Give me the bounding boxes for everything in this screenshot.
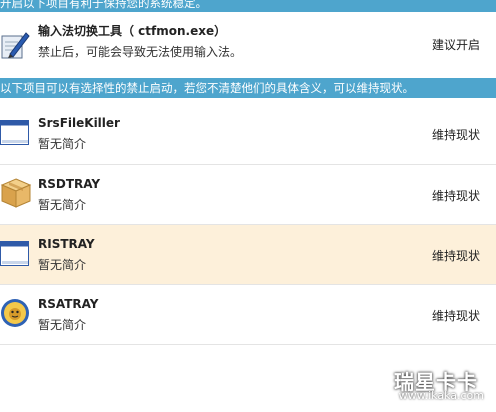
startup-item-srsfilekiller[interactable]: SrsFileKiller 暂无简介 维持现状 [0, 104, 496, 165]
startup-item-rsdtray[interactable]: RSDTRAY 暂无简介 维持现状 [0, 165, 496, 225]
item-description: 暂无简介 [38, 137, 87, 151]
keep-status-action[interactable]: 维持现状 [432, 247, 480, 264]
recommend-enable-action[interactable]: 建议开启 [432, 36, 480, 53]
window-icon [0, 120, 30, 150]
box-icon [0, 177, 32, 208]
window-icon [0, 241, 30, 271]
startup-item-ristray[interactable]: RISTRAY 暂无简介 维持现状 [0, 225, 496, 285]
startup-item-rsatray[interactable]: RSATRAY 暂无简介 维持现状 [0, 285, 496, 345]
item-title: 输入法切换工具（ ctfmon.exe） [38, 24, 227, 38]
recommended-section-banner: 开启以下项目有利于保持您的系统稳定。 [0, 0, 496, 12]
item-description: 暂无简介 [38, 258, 87, 272]
watermark-url: www.ikaka.com [398, 389, 484, 402]
item-title: RSATRAY [38, 297, 99, 311]
startup-item-ctfmon[interactable]: 输入法切换工具（ ctfmon.exe） 禁止后，可能会导致无法使用输入法。 建… [0, 12, 496, 78]
keep-status-action[interactable]: 维持现状 [432, 126, 480, 143]
item-title: SrsFileKiller [38, 116, 120, 130]
optional-section-banner: 以下项目可以有选择性的禁止启动，若您不清楚他们的具体含义，可以维持现状。 [0, 78, 496, 98]
recommended-section-text: 开启以下项目有利于保持您的系统稳定。 [0, 0, 207, 10]
item-title: RISTRAY [38, 237, 95, 251]
rising-lion-icon [0, 298, 30, 328]
item-description: 禁止后，可能会导致无法使用输入法。 [38, 45, 243, 59]
watermark: 瑞星卡卡 www.ikaka.com [376, 366, 488, 406]
item-description: 暂无简介 [38, 318, 87, 332]
keep-status-action[interactable]: 维持现状 [432, 307, 480, 324]
optional-section-text: 以下项目可以有选择性的禁止启动，若您不清楚他们的具体含义，可以维持现状。 [0, 81, 414, 95]
item-title: RSDTRAY [38, 177, 101, 191]
item-description: 暂无简介 [38, 198, 87, 212]
pen-document-icon [0, 30, 30, 60]
keep-status-action[interactable]: 维持现状 [432, 187, 480, 204]
